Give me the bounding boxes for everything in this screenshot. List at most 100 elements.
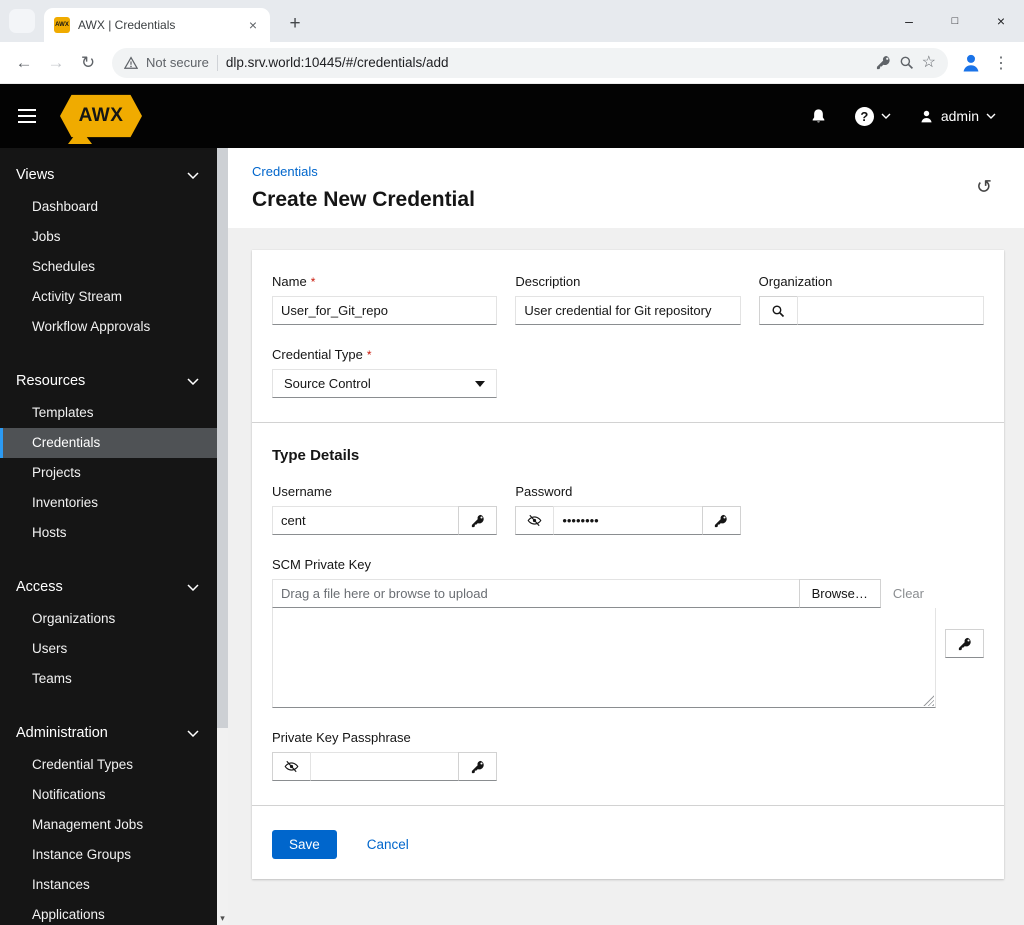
username-input[interactable] xyxy=(272,506,460,535)
search-icon xyxy=(772,304,785,317)
password-reveal-button[interactable] xyxy=(515,506,555,535)
key-icon xyxy=(471,760,484,773)
name-field: Name * xyxy=(272,274,498,325)
description-input[interactable] xyxy=(515,296,741,325)
key-icon xyxy=(958,637,971,650)
organization-field: Organization xyxy=(758,274,984,325)
browse-button[interactable]: Browse… xyxy=(798,579,881,608)
question-circle-icon: ? xyxy=(854,106,874,126)
sidebar-section-resources[interactable]: Resources xyxy=(0,364,217,398)
sidebar-item-dashboard[interactable]: Dashboard xyxy=(0,192,217,222)
sidebar-item-credential-types[interactable]: Credential Types xyxy=(0,750,217,780)
credential-type-select[interactable]: Source Control xyxy=(272,369,498,398)
sidebar-item-templates[interactable]: Templates xyxy=(0,398,217,428)
sidebar-item-users[interactable]: Users xyxy=(0,634,217,664)
tab-search-button[interactable] xyxy=(9,9,35,33)
credential-type-field: Credential Type * Source Control xyxy=(272,347,498,398)
sidebar-item-schedules[interactable]: Schedules xyxy=(0,252,217,282)
reload-button[interactable]: ↻ xyxy=(74,49,102,77)
sidebar-item-jobs[interactable]: Jobs xyxy=(0,222,217,252)
organization-search-button[interactable] xyxy=(758,296,798,325)
sidebar-item-inventories[interactable]: Inventories xyxy=(0,488,217,518)
sidebar-item-organizations[interactable]: Organizations xyxy=(0,604,217,634)
nav-toggle-button[interactable] xyxy=(18,109,36,123)
new-tab-button[interactable]: + xyxy=(282,13,308,35)
selected-option-label: Source Control xyxy=(284,376,371,391)
scm-file-drop-input[interactable] xyxy=(272,579,800,608)
sidebar-item-notifications[interactable]: Notifications xyxy=(0,780,217,810)
omnibox-divider xyxy=(216,54,218,71)
organization-input[interactable] xyxy=(796,296,984,325)
history-icon[interactable]: ↺ xyxy=(976,176,992,199)
window-minimize-button[interactable]: – xyxy=(886,0,932,42)
required-marker: * xyxy=(310,275,316,289)
password-manager-key-icon[interactable] xyxy=(876,55,891,70)
organization-label: Organization xyxy=(758,274,833,289)
scrollbar-thumb[interactable] xyxy=(217,148,228,728)
scm-private-key-label: SCM Private Key xyxy=(272,557,371,572)
save-button[interactable]: Save xyxy=(272,830,337,859)
profile-avatar[interactable] xyxy=(958,50,984,76)
section-label: Access xyxy=(16,579,63,595)
sidebar-section-access[interactable]: Access xyxy=(0,570,217,604)
caret-down-icon xyxy=(475,380,486,387)
bookmark-star-icon[interactable]: ☆ xyxy=(922,54,936,71)
sidebar-item-management-jobs[interactable]: Management Jobs xyxy=(0,810,217,840)
scrollbar-down-arrow[interactable]: ▾ xyxy=(217,913,228,924)
url-text: dlp.srv.world:10445/#/credentials/add xyxy=(225,55,449,70)
credential-form-card: Name* Description Organization xyxy=(252,250,1004,879)
back-button[interactable]: ← xyxy=(10,49,38,77)
sidebar-item-teams[interactable]: Teams xyxy=(0,664,217,694)
username-credential-lookup-button[interactable] xyxy=(458,506,498,535)
passphrase-input[interactable] xyxy=(310,752,460,781)
help-menu-button[interactable]: ? xyxy=(854,106,891,126)
scm-private-key-textarea[interactable] xyxy=(272,608,936,708)
sidebar-section-views[interactable]: Views xyxy=(0,158,217,192)
sidebar-item-credentials[interactable]: Credentials xyxy=(0,428,217,458)
section-label: Resources xyxy=(16,373,86,389)
sidebar-item-instance-groups[interactable]: Instance Groups xyxy=(0,840,217,870)
window-maximize-button[interactable]: □ xyxy=(932,0,978,42)
passphrase-credential-lookup-button[interactable] xyxy=(458,752,498,781)
chevron-down-icon xyxy=(986,113,996,119)
tab-close-button[interactable]: × xyxy=(244,17,262,33)
address-bar[interactable]: Not secure dlp.srv.world:10445/#/credent… xyxy=(112,47,948,78)
cancel-button[interactable]: Cancel xyxy=(367,837,409,852)
scm-credential-lookup-button[interactable] xyxy=(945,629,984,658)
passphrase-reveal-button[interactable] xyxy=(272,752,311,781)
browser-tab[interactable]: AWX AWX | Credentials × xyxy=(44,8,270,42)
page-title: Create New Credential xyxy=(252,188,475,211)
passphrase-label: Private Key Passphrase xyxy=(272,730,411,745)
sidebar-item-projects[interactable]: Projects xyxy=(0,458,217,488)
sidebar-item-workflow-approvals[interactable]: Workflow Approvals xyxy=(0,312,217,342)
user-menu-button[interactable]: admin xyxy=(919,108,996,124)
sidebar-item-activity-stream[interactable]: Activity Stream xyxy=(0,282,217,312)
awx-logo[interactable]: AWX xyxy=(60,93,142,144)
sidebar-scrollbar[interactable]: ▾ xyxy=(217,148,228,925)
breadcrumb-credentials[interactable]: Credentials xyxy=(252,164,318,179)
clear-button[interactable]: Clear xyxy=(880,579,936,608)
name-input[interactable] xyxy=(272,296,498,325)
sidebar-item-hosts[interactable]: Hosts xyxy=(0,518,217,548)
credential-type-label: Credential Type * xyxy=(272,347,372,362)
password-credential-lookup-button[interactable] xyxy=(701,506,741,535)
notifications-bell-icon[interactable] xyxy=(810,108,827,125)
username-label: admin xyxy=(940,108,979,124)
key-icon xyxy=(715,514,727,527)
user-icon xyxy=(921,110,932,122)
chevron-down-icon xyxy=(187,171,199,179)
sidebar-section-administration[interactable]: Administration xyxy=(0,716,217,750)
forward-button[interactable]: → xyxy=(42,49,70,77)
zoom-icon[interactable] xyxy=(899,55,914,70)
sidebar-item-instances[interactable]: Instances xyxy=(0,870,217,900)
not-secure-label: Not secure xyxy=(146,55,209,70)
eye-slash-icon xyxy=(284,760,299,773)
section-label: Administration xyxy=(16,725,108,741)
section-label: Views xyxy=(16,167,55,183)
browser-menu-button[interactable]: ⋮ xyxy=(988,53,1014,73)
window-close-button[interactable]: × xyxy=(978,0,1024,42)
sidebar-item-applications[interactable]: Applications xyxy=(0,900,217,925)
awx-header: AWX ? admin xyxy=(0,84,1024,148)
required-marker: * xyxy=(366,348,372,362)
password-input[interactable] xyxy=(553,506,703,535)
